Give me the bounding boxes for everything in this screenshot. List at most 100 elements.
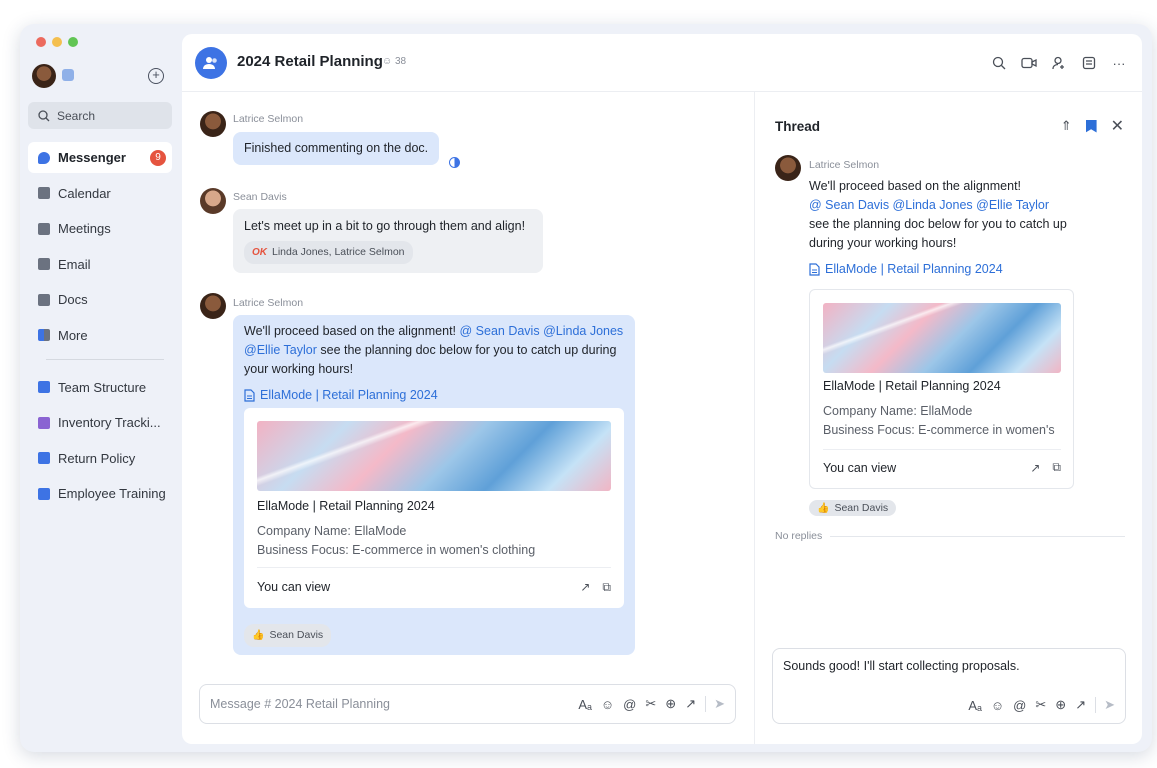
chat-header: 2024 Retail Planning ☺ 38 ··· [182,34,1142,92]
doc-link[interactable]: EllaMode | Retail Planning 2024 [809,262,1003,276]
message-composer[interactable]: Message # 2024 Retail Planning Aₐ ☺ @ ✂ … [199,684,736,724]
add-icon[interactable]: + [148,68,164,84]
search-input[interactable]: Search [28,102,172,129]
doc-preview-card[interactable]: EllaMode | Retail Planning 2024 Company … [244,408,624,608]
thread-panel: Thread ⇑ ✕ Latrice Selmon We'll proceed … [754,92,1142,744]
thread-reply-input[interactable]: Sounds good! I'll start collecting propo… [772,648,1126,724]
header-actions: ··· [990,54,1128,72]
expand-icon[interactable]: ↗ [1075,697,1086,713]
divider-line [830,535,1125,537]
sidebar-item-messenger[interactable]: Messenger 9 [28,142,172,173]
doc-link[interactable]: EllaMode | Retail Planning 2024 [244,386,624,405]
send-icon[interactable]: ➤ [705,696,725,712]
add-member-button[interactable] [1050,54,1068,72]
sidebar-item-more[interactable]: More [28,320,172,351]
mention-link[interactable]: @ Sean Davis [460,324,540,338]
thread-title: Thread [775,119,821,134]
video-icon [38,222,50,235]
group-avatar[interactable] [195,47,227,79]
message-bubble[interactable]: We'll proceed based on the alignment! @ … [233,315,635,655]
mention-icon[interactable]: @ [1013,698,1026,713]
reaction-users: Sean Davis [834,502,889,514]
doc-card-title: EllaMode | Retail Planning 2024 [257,499,435,513]
expand-icon[interactable]: ↗ [1030,461,1040,475]
copy-icon[interactable]: ⧉ [602,578,611,597]
permission-text: You can view [257,580,331,594]
scissors-icon[interactable]: ✂ [645,696,656,712]
emoji-icon[interactable]: ☺ [991,698,1004,713]
chat-title: 2024 Retail Planning [237,53,383,70]
reply-text: Sounds good! I'll start collecting propo… [783,659,1020,673]
sidebar-item-label: Docs [58,292,88,307]
user-avatar[interactable] [32,64,56,88]
format-icon[interactable]: Aₐ [578,697,592,712]
search-chat-button[interactable] [990,54,1008,72]
search-icon [992,56,1006,70]
sender-avatar[interactable] [200,293,226,319]
more-button[interactable]: ··· [1110,54,1128,72]
message-text: We'll proceed based on the alignment! [809,179,1022,193]
add-user-icon [1052,56,1064,70]
ok-emoji-icon: OK [252,247,267,258]
sidebar-item-email[interactable]: Email [28,249,172,280]
sender-avatar[interactable] [775,155,801,181]
add-icon[interactable]: ⊕ [1055,697,1066,713]
emoji-icon[interactable]: ☺ [601,697,614,712]
reaction-chip[interactable]: 👍 Sean Davis [809,500,897,516]
sidebar-item-return-policy[interactable]: Return Policy [28,443,172,474]
mention-icon[interactable]: @ [623,697,636,712]
mention-links[interactable]: @ Sean Davis @Linda Jones @Ellie Taylor [809,196,1079,215]
messenger-icon [38,151,50,164]
composer-toolbar: Aₐ ☺ @ ✂ ⊕ ↗ ➤ [968,697,1115,713]
thread-message: We'll proceed based on the alignment! @ … [809,177,1079,253]
sidebar-item-team-structure[interactable]: Team Structure [28,372,172,403]
more-icon: ··· [1112,55,1126,71]
forward-icon[interactable]: ⇑ [1061,118,1072,134]
sender-name: Sean Davis [233,191,287,203]
panel-icon [1082,56,1096,70]
sender-avatar[interactable] [200,188,226,214]
message-bubble[interactable]: Finished commenting on the doc. [233,132,440,165]
search-icon [38,109,50,121]
sidebar-item-inventory-tracking[interactable]: Inventory Tracki... [28,407,172,438]
add-icon[interactable]: ⊕ [665,696,676,712]
sidebar-nav: Messenger 9 Calendar Meetings Email Docs [28,142,172,514]
send-icon[interactable]: ➤ [1095,697,1115,713]
copy-icon[interactable]: ⧉ [1052,460,1061,475]
sender-avatar[interactable] [200,111,226,137]
grid-icon [38,329,50,341]
video-call-button[interactable] [1020,54,1038,72]
close-icon[interactable]: ✕ [1111,116,1124,136]
sender-name: Latrice Selmon [233,113,304,125]
expand-icon[interactable]: ↗ [580,578,590,597]
sidebar-item-employee-training[interactable]: Employee Training [28,478,172,509]
mention-link[interactable]: @Linda Jones [543,324,623,338]
sidebar-item-label: Email [58,256,91,272]
sidebar-item-calendar[interactable]: Calendar [28,178,172,209]
format-icon[interactable]: Aₐ [968,698,982,713]
reaction-users: Sean Davis [269,629,324,641]
sidebar-item-label: Messenger [58,150,126,165]
expand-icon[interactable]: ↗ [685,696,696,712]
sidebar-item-meetings[interactable]: Meetings [28,213,172,244]
read-receipt-icon [449,157,460,168]
thumbs-up-emoji-icon: 👍 [817,502,830,514]
sidebar-item-docs[interactable]: Docs [28,284,172,315]
member-count[interactable]: ☺ 38 [382,56,406,67]
sidebar: + Search Messenger 9 Calendar Meetings E… [20,24,182,752]
message-bubble[interactable]: Let's meet up in a bit to go through the… [233,209,543,273]
scissors-icon[interactable]: ✂ [1035,697,1046,713]
doc-shortcut-icon [38,416,50,429]
search-placeholder: Search [57,108,96,123]
doc-card-line: Business Focus: E-commerce in women's cl… [257,543,536,557]
doc-link-text: EllaMode | Retail Planning 2024 [825,262,1003,276]
chat-info-button[interactable] [1080,54,1098,72]
unread-badge: 9 [150,149,166,166]
composer-toolbar: Aₐ ☺ @ ✂ ⊕ ↗ ➤ [578,696,725,712]
no-replies-text: No replies [775,530,823,542]
reaction-chip[interactable]: OK Linda Jones, Latrice Selmon [244,241,413,264]
reaction-chip[interactable]: 👍 Sean Davis [244,624,332,647]
doc-preview-card[interactable]: EllaMode | Retail Planning 2024 Company … [809,289,1074,489]
mention-link[interactable]: @Ellie Taylor [244,343,317,357]
bookmark-icon[interactable] [1085,119,1097,133]
